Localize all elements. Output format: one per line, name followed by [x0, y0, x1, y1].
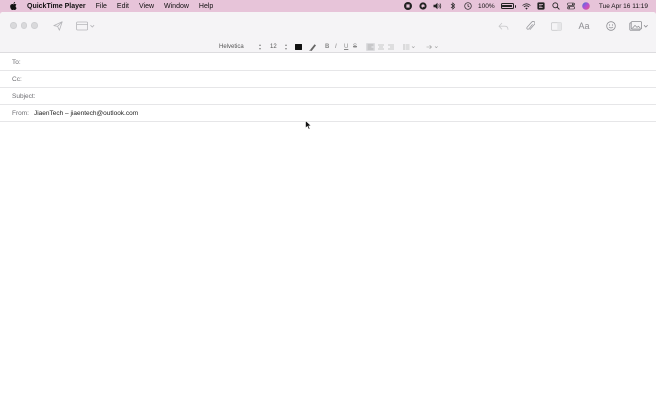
format-bar: Helvetica ▴ ▾ 12 ▴ ▾ B I U S	[0, 40, 656, 53]
font-family-select[interactable]: Helvetica ▴ ▾	[219, 42, 261, 51]
list-button[interactable]	[403, 42, 416, 51]
reply-button[interactable]	[497, 19, 509, 33]
cc-label: Cc:	[12, 75, 22, 83]
menu-view[interactable]: View	[139, 3, 154, 10]
to-input[interactable]	[24, 56, 656, 68]
zoom-button[interactable]	[31, 22, 38, 29]
cc-input[interactable]	[25, 73, 656, 85]
battery-percent: 100%	[478, 2, 495, 10]
strikethrough-icon: S	[353, 43, 358, 50]
emoji-button[interactable]	[605, 19, 617, 33]
menu-app-name[interactable]: QuickTime Player	[27, 3, 86, 10]
menu-clock[interactable]: Tue Apr 16 11:19	[599, 3, 648, 10]
record-icon[interactable]	[403, 2, 412, 11]
align-right-button[interactable]	[387, 42, 395, 51]
subject-field-row: Subject:	[0, 88, 656, 105]
quicktime-icon[interactable]	[418, 2, 427, 11]
battery-tip	[514, 4, 516, 8]
from-select[interactable]: JiaenTech – jiaentech@outlook.com	[34, 110, 138, 117]
indent-button[interactable]	[426, 42, 439, 51]
align-center-icon	[378, 44, 384, 49]
menu-file[interactable]: File	[96, 3, 107, 10]
battery-icon[interactable]	[500, 3, 514, 9]
header-fields-button[interactable]	[76, 19, 96, 33]
list-icon	[403, 43, 415, 50]
font-size-value: 12	[270, 43, 277, 50]
attachment-button[interactable]	[524, 19, 536, 33]
screen-icon[interactable]	[537, 2, 546, 11]
strikethrough-button[interactable]: S	[353, 42, 357, 51]
clock-icon[interactable]	[463, 2, 472, 11]
reply-icon	[497, 22, 508, 30]
attachment-icon	[525, 20, 535, 30]
highlight-button[interactable]	[309, 42, 317, 51]
align-center-button[interactable]	[377, 42, 385, 51]
message-body[interactable]	[0, 122, 656, 410]
font-icon: Aa	[578, 21, 590, 31]
send-icon	[53, 21, 63, 31]
align-right-icon	[388, 44, 394, 49]
font-family-value: Helvetica	[219, 43, 244, 50]
font-button[interactable]: Aa	[577, 19, 591, 33]
subject-input[interactable]	[39, 90, 656, 102]
from-field-row: From: JiaenTech – jiaentech@outlook.com	[0, 105, 656, 122]
to-label: To:	[12, 58, 21, 66]
bold-button[interactable]: B	[325, 42, 329, 51]
search-icon[interactable]	[552, 2, 561, 11]
siri-icon[interactable]	[582, 2, 591, 11]
volume-icon[interactable]	[433, 2, 442, 11]
font-size-select[interactable]: 12 ▴ ▾	[270, 42, 287, 51]
header-fields-icon	[76, 21, 95, 31]
chevron-updown-icon: ▴ ▾	[284, 41, 287, 51]
markup-button[interactable]	[550, 19, 562, 33]
italic-button[interactable]: I	[335, 42, 337, 51]
to-field-row: To:	[0, 54, 656, 71]
emoji-icon	[606, 21, 616, 31]
menu-bar: QuickTime Player File Edit View Window H…	[0, 0, 656, 12]
control-center-icon[interactable]	[567, 2, 576, 11]
align-left-icon	[366, 42, 375, 51]
align-left-button[interactable]	[366, 42, 375, 51]
send-button[interactable]	[52, 19, 64, 33]
mouse-pointer-icon	[305, 120, 312, 130]
highlighter-icon	[309, 43, 316, 51]
apple-icon[interactable]	[10, 2, 18, 10]
photo-button[interactable]	[628, 19, 650, 33]
underline-icon: U	[344, 43, 349, 50]
italic-icon: I	[335, 43, 337, 50]
text-color-swatch[interactable]	[295, 44, 302, 50]
markup-icon	[550, 21, 562, 31]
menu-window[interactable]: Window	[164, 3, 189, 10]
underline-button[interactable]: U	[344, 42, 348, 51]
wifi-icon[interactable]	[522, 2, 531, 11]
bluetooth-icon[interactable]	[448, 2, 457, 11]
menu-edit[interactable]: Edit	[117, 3, 129, 10]
minimize-button[interactable]	[20, 22, 27, 29]
title-bar: Aa	[0, 12, 656, 40]
indent-icon	[426, 44, 438, 49]
compose-window: Aa Helvetica ▴ ▾ 12 ▴ ▾ B I U S To: Cc: …	[0, 12, 656, 410]
cc-field-row: Cc:	[0, 71, 656, 88]
close-button[interactable]	[10, 22, 17, 29]
chevron-updown-icon: ▴ ▾	[258, 41, 261, 51]
bold-icon: B	[325, 43, 330, 50]
window-controls	[10, 22, 38, 29]
subject-label: Subject:	[12, 92, 36, 100]
menu-help[interactable]: Help	[199, 3, 213, 10]
photo-icon	[629, 21, 648, 31]
from-label: From:	[12, 109, 29, 117]
